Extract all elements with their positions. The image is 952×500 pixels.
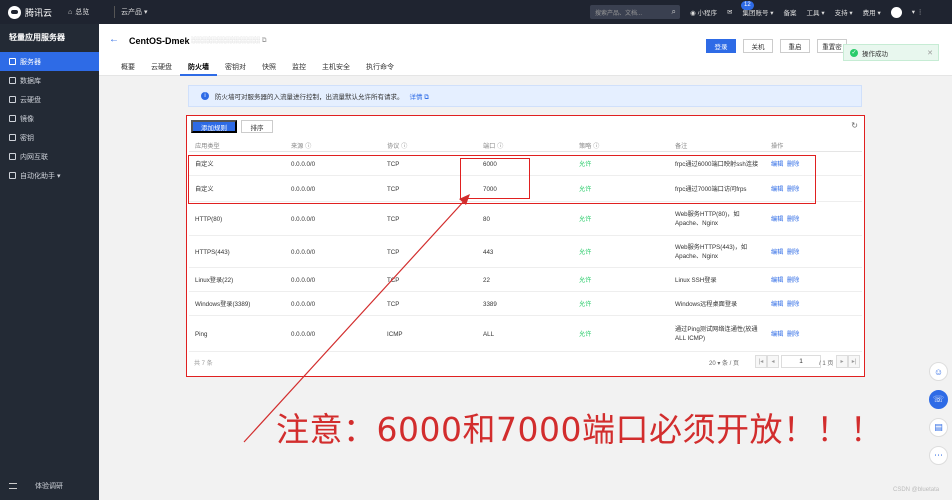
watermark: CSDN @bluetata: [893, 487, 940, 493]
more-options-icon[interactable]: ⋯: [929, 446, 948, 465]
annotation-text: 注意：6000和7000端口必须开放！！！: [276, 410, 884, 449]
docs-icon[interactable]: ▤: [929, 418, 948, 437]
assistant-icon[interactable]: ☺: [929, 362, 948, 381]
customer-service-icon[interactable]: ☏: [929, 390, 948, 409]
